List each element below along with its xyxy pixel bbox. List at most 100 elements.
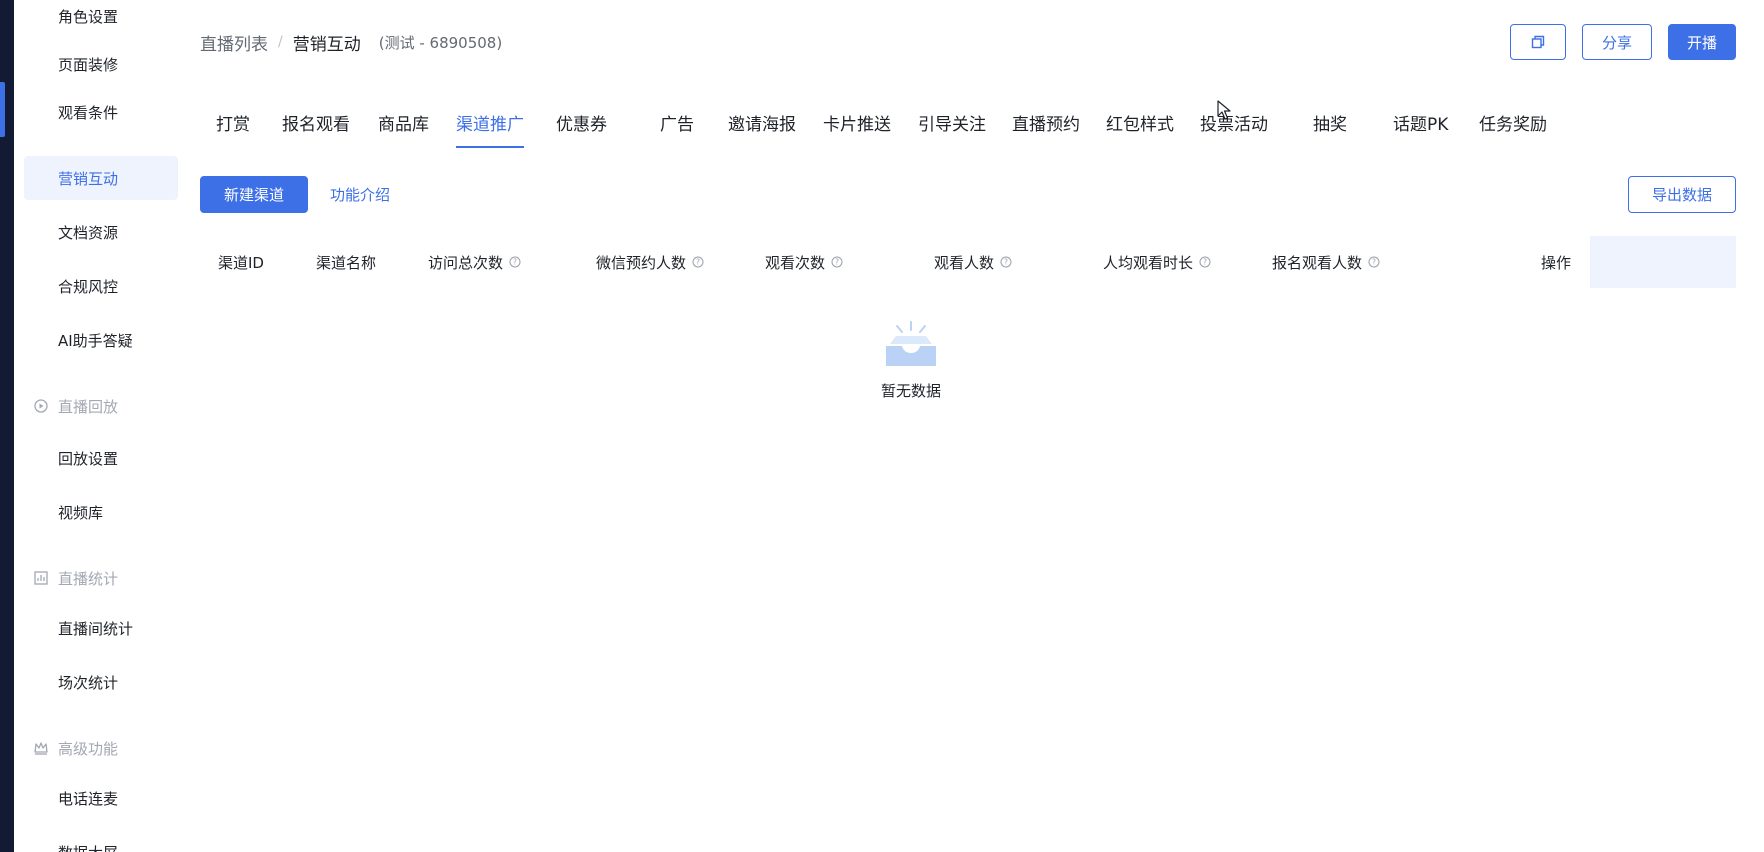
help-icon[interactable]: ? (1368, 256, 1380, 268)
sidebar-item-label: 角色设置 (58, 7, 119, 26)
column-header-wechat-reservations[interactable]: 微信预约人数 ? (596, 236, 704, 288)
tab-ads[interactable]: 广告 (660, 96, 694, 148)
tab-invite-poster[interactable]: 邀请海报 (728, 96, 796, 148)
sidebar-item-label: 直播间统计 (58, 619, 134, 638)
sidebar: 角色设置 页面装修 观看条件 营销互动 文档资源 合规风控 AI助手答疑 直播回… (14, 0, 180, 852)
help-icon[interactable]: ? (692, 256, 704, 268)
column-header-viewers[interactable]: 观看人数 ? (934, 236, 1012, 288)
sidebar-group-advanced: 高级功能 (24, 728, 178, 768)
feature-intro-link[interactable]: 功能介绍 (330, 184, 390, 205)
export-data-button[interactable]: 导出数据 (1628, 176, 1736, 213)
empty-state-text: 暂无数据 (880, 382, 941, 400)
sidebar-item-data-screen[interactable]: 数据大屏 (24, 830, 178, 852)
sidebar-item-label: 观看条件 (58, 103, 119, 122)
sidebar-group-label: 直播统计 (58, 569, 119, 588)
sidebar-item-label: 回放设置 (58, 449, 119, 468)
column-header-avg-watch-time[interactable]: 人均观看时长 ? (1103, 236, 1211, 288)
sidebar-item-label: 电话连麦 (58, 789, 119, 808)
sidebar-item-documents[interactable]: 文档资源 (24, 210, 178, 254)
svg-text:?: ? (1372, 258, 1376, 267)
app-nav-strip (0, 0, 14, 852)
tab-task-rewards[interactable]: 任务奖励 (1479, 96, 1547, 148)
page-title: 营销互动 (292, 34, 361, 55)
crown-icon (32, 739, 50, 757)
header-actions: 分享 开播 (1510, 24, 1736, 60)
start-live-button[interactable]: 开播 (1668, 24, 1736, 60)
tab-red-packet-style[interactable]: 红包样式 (1106, 96, 1174, 148)
sidebar-item-room-stats[interactable]: 直播间统计 (24, 606, 178, 650)
tab-registration[interactable]: 报名观看 (282, 96, 350, 148)
tab-reward[interactable]: 打赏 (216, 96, 250, 148)
tab-card-push[interactable]: 卡片推送 (823, 96, 891, 148)
tab-live-reservation[interactable]: 直播预约 (1012, 96, 1080, 148)
column-label: 人均观看时长 (1103, 253, 1194, 272)
svg-text:?: ? (696, 258, 700, 267)
sidebar-group-stats: 直播统计 (24, 558, 178, 598)
mouse-cursor-icon (1217, 100, 1231, 120)
sidebar-group-label: 高级功能 (58, 739, 119, 758)
tab-topic-pk[interactable]: 话题PK (1393, 96, 1448, 148)
tab-follow-guide[interactable]: 引导关注 (918, 96, 986, 148)
sidebar-item-session-stats[interactable]: 场次统计 (24, 660, 178, 704)
sidebar-item-marketing[interactable]: 营销互动 (24, 156, 178, 200)
column-header-channel-id[interactable]: 渠道ID (218, 236, 264, 288)
svg-text:?: ? (1004, 258, 1008, 267)
empty-inbox-icon (880, 320, 942, 370)
column-label: 报名观看人数 (1272, 253, 1363, 272)
breadcrumb-separator: / (278, 34, 283, 50)
tab-lottery[interactable]: 抽奖 (1313, 96, 1347, 148)
sidebar-item-compliance[interactable]: 合规风控 (24, 264, 178, 308)
svg-text:?: ? (513, 258, 517, 267)
help-icon[interactable]: ? (1199, 256, 1211, 268)
sidebar-item-replay-settings[interactable]: 回放设置 (24, 436, 178, 480)
sidebar-item-label: 场次统计 (58, 673, 119, 692)
column-header-channel-name[interactable]: 渠道名称 (316, 236, 376, 288)
column-label: 观看人数 (934, 253, 995, 272)
room-subtitle: (测试 - 6890508) (378, 33, 503, 52)
column-label: 观看次数 (765, 253, 826, 272)
sidebar-item-label: AI助手答疑 (58, 331, 133, 350)
table-toolbar: 新建渠道 功能介绍 (200, 176, 390, 213)
sidebar-item-watch-conditions[interactable]: 观看条件 (24, 90, 178, 134)
tab-product-library[interactable]: 商品库 (378, 96, 429, 148)
table-header: 渠道ID 渠道名称 访问总次数 ? 微信预约人数 ? 观看次数 ? 观看人数 ?… (200, 236, 1736, 288)
sidebar-item-label: 文档资源 (58, 223, 119, 242)
column-header-actions: 操作 (1541, 236, 1571, 288)
column-label: 渠道ID (218, 253, 264, 272)
help-icon[interactable]: ? (509, 256, 521, 268)
tab-voting[interactable]: 投票活动 (1200, 96, 1268, 148)
column-header-registered-viewers[interactable]: 报名观看人数 ? (1272, 236, 1380, 288)
tab-channel-promotion[interactable]: 渠道推广 (456, 96, 524, 148)
column-label: 渠道名称 (316, 253, 377, 272)
help-icon[interactable]: ? (1000, 256, 1012, 268)
sidebar-item-role-settings[interactable]: 角色设置 (24, 0, 178, 38)
sidebar-item-label: 页面装修 (58, 55, 119, 74)
column-label: 微信预约人数 (596, 253, 687, 272)
sidebar-item-label: 视频库 (58, 503, 104, 522)
column-header-view-count[interactable]: 观看次数 ? (765, 236, 843, 288)
help-icon[interactable]: ? (831, 256, 843, 268)
new-channel-button[interactable]: 新建渠道 (200, 176, 308, 213)
sidebar-item-label: 合规风控 (58, 277, 119, 296)
svg-text:?: ? (835, 258, 839, 267)
sidebar-item-ai-assistant[interactable]: AI助手答疑 (24, 318, 178, 362)
chart-icon (32, 569, 50, 587)
main-content: 直播列表 / 营销互动 (测试 - 6890508) 分享 开播 打赏 报名观看… (180, 0, 1764, 852)
copy-button[interactable] (1510, 24, 1566, 60)
tab-coupons[interactable]: 优惠券 (556, 96, 607, 148)
sidebar-item-phone-linkmic[interactable]: 电话连麦 (24, 776, 178, 820)
breadcrumb-live-list[interactable]: 直播列表 (200, 30, 268, 55)
share-button[interactable]: 分享 (1582, 24, 1652, 60)
sidebar-item-video-library[interactable]: 视频库 (24, 490, 178, 534)
tab-bar: 打赏 报名观看 商品库 渠道推广 优惠券 广告 邀请海报 卡片推送 引导关注 直… (180, 96, 1764, 148)
column-header-total-visits[interactable]: 访问总次数 ? (428, 236, 521, 288)
sidebar-item-label: 营销互动 (58, 169, 119, 188)
sidebar-item-page-decoration[interactable]: 页面装修 (24, 42, 178, 86)
column-label: 访问总次数 (428, 253, 504, 272)
sidebar-item-label: 数据大屏 (58, 842, 118, 852)
empty-state: 暂无数据 (856, 320, 966, 401)
app-nav-active-indicator (0, 82, 5, 137)
svg-text:?: ? (1203, 258, 1207, 267)
table-header-fixed-column (1590, 236, 1736, 288)
replay-icon (32, 397, 50, 415)
